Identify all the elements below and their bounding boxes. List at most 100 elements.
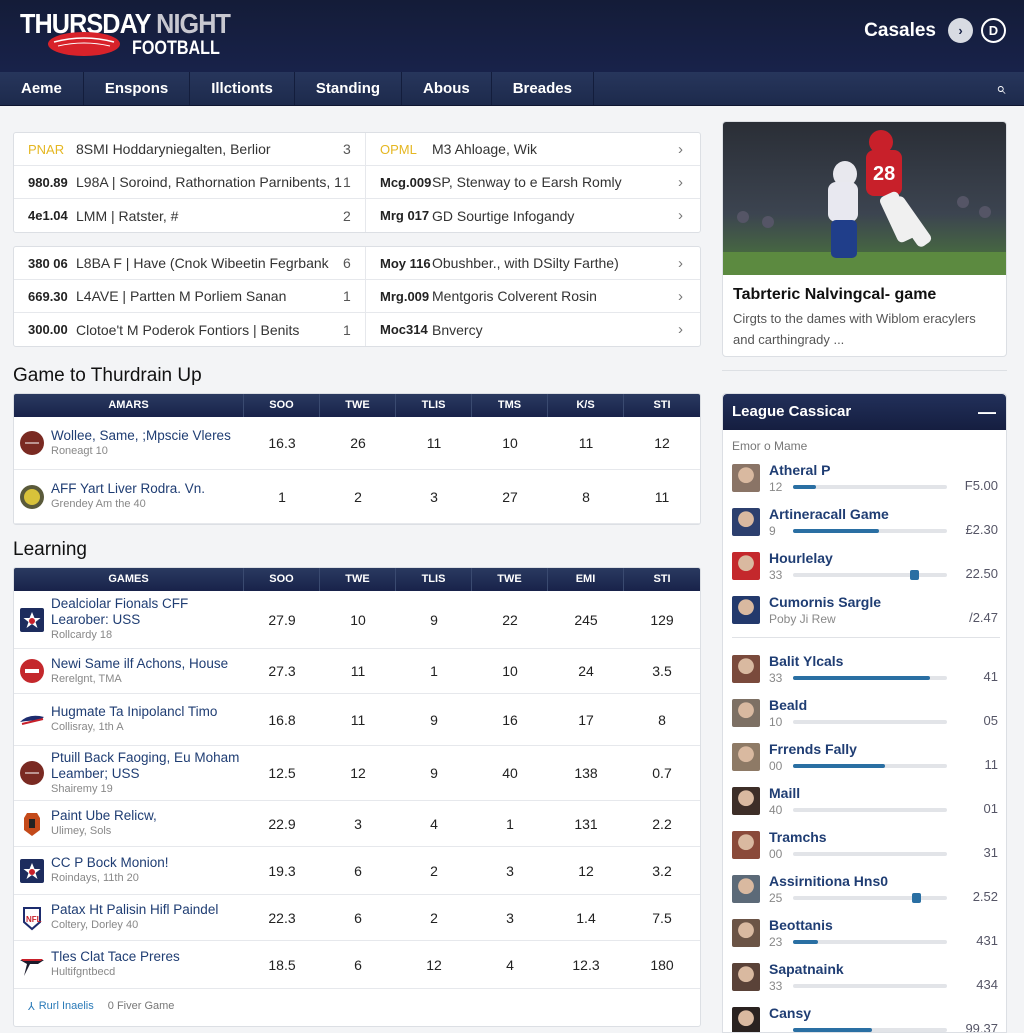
game-cell[interactable]: Dealciolar Fionals CFF Learober: USS Rollc… — [14, 596, 244, 643]
chevron-right-icon[interactable]: › — [678, 321, 700, 338]
schedule-right[interactable]: Mrg.009 Mentgoris Colverent Rosin › — [366, 280, 700, 312]
game-cell[interactable]: Wollee, Same, ;Mpscie Vleres Roneagt 10 — [14, 428, 244, 459]
game-cell[interactable]: Ptuill Back Faoging, Eu Moham Leamber; US… — [14, 750, 244, 797]
table-row[interactable]: Ptuill Back Faoging, Eu Moham Leamber; US… — [14, 746, 700, 801]
nav-item-abous[interactable]: Abous — [402, 72, 492, 105]
column-header[interactable]: STI — [624, 394, 700, 417]
player-row[interactable]: Sapatnaink 33 434 — [732, 961, 1000, 1001]
table-row[interactable]: Newi Same ilf Achons, House Rerelgnt, TMA… — [14, 649, 700, 694]
schedule-row[interactable]: PNAR 8SMI Hoddaryniegalten, Berlior 3 OPML M… — [14, 133, 700, 166]
column-header[interactable]: GAMES — [14, 568, 244, 591]
schedule-right[interactable]: Moc314 Bnvercy › — [366, 313, 700, 346]
player-name[interactable]: Beottanis — [769, 917, 833, 933]
table-row[interactable]: Wollee, Same, ;Mpscie Vleres Roneagt 10 16… — [14, 417, 700, 470]
schedule-left[interactable]: 669.30 L4AVE | Partten M Porliem Sanan 1 — [14, 280, 366, 312]
slider-knob[interactable] — [911, 893, 921, 903]
chevron-right-icon[interactable]: › — [678, 255, 700, 272]
user-menu[interactable]: Casales › D — [864, 18, 1006, 43]
game-cell[interactable]: CC P Bock Monion! Roindays, 11th 20 — [14, 855, 244, 886]
schedule-left[interactable]: 300.00 Clotoe't M Poderok Fontiors | Beni… — [14, 313, 366, 346]
player-name[interactable]: Cumornis Sargle — [769, 594, 881, 610]
game-name[interactable]: Dealciolar Fionals CFF — [51, 596, 188, 612]
game-cell[interactable]: NFL Patax Ht Palisin Hifl Paindel Coltery,… — [14, 902, 244, 933]
player-name[interactable]: Hourlelay — [769, 550, 833, 566]
player-name[interactable]: Tramchs — [769, 829, 827, 845]
player-row[interactable]: Tramchs 00 31 — [732, 829, 1000, 869]
player-name[interactable]: Assirnitiona Hns0 — [769, 873, 888, 889]
column-header[interactable]: EMI — [548, 568, 624, 591]
nav-item-enspons[interactable]: Enspons — [84, 72, 191, 105]
player-row[interactable]: Frrends Fally 00 11 — [732, 741, 1000, 781]
feature-title[interactable]: Tabrteric Nalvingcal- game — [733, 286, 936, 304]
chevron-right-icon[interactable]: › — [678, 174, 700, 191]
column-header[interactable]: TLIS — [396, 394, 472, 417]
game-name[interactable]: Newi Same ilf Achons, House — [51, 656, 228, 672]
player-row[interactable]: Assirnitiona Hns0 25 2.52 — [732, 873, 1000, 913]
user-name[interactable]: Casales — [864, 20, 936, 42]
filter-icon[interactable]: ⅄ — [28, 1000, 35, 1013]
game-cell[interactable]: Hugmate Ta Inipolancl Timo Collisray, 1th… — [14, 704, 244, 735]
schedule-row[interactable]: 4e1.04 LMM | Ratster, # 2 Mrg 017 GD Sourtig… — [14, 199, 700, 232]
column-header[interactable]: TWE — [320, 394, 396, 417]
player-row[interactable]: Atheral P 12 F5.00 — [732, 462, 1000, 502]
column-header[interactable]: TMS — [472, 394, 548, 417]
player-name[interactable]: Beald — [769, 697, 807, 713]
player-name[interactable]: Cansy — [769, 1005, 811, 1021]
game-cell[interactable]: AFF Yart Liver Rodra. Vn. Grendey Am the … — [14, 481, 244, 512]
player-name[interactable]: Frrends Fally — [769, 741, 857, 757]
table-row[interactable]: Hugmate Ta Inipolancl Timo Collisray, 1th… — [14, 694, 700, 746]
game-name[interactable]: CC P Bock Monion! — [51, 855, 169, 871]
nav-item-illctionts[interactable]: Illctionts — [190, 72, 295, 105]
table-row[interactable]: Dealciolar Fionals CFF Learober: USS Rollc… — [14, 591, 700, 649]
nav-item-standing[interactable]: Standing — [295, 72, 403, 105]
schedule-row[interactable]: 980.89 L98A | Soroind, Rathornation Parni… — [14, 166, 700, 199]
column-header[interactable]: TWE — [472, 568, 548, 591]
column-header[interactable]: TLIS — [396, 568, 472, 591]
player-row[interactable]: Hourlelay 33 22.50 — [732, 550, 1000, 590]
schedule-row[interactable]: 380 06 L8BA F | Have (Cnok Wibeetin Fegrb… — [14, 247, 700, 280]
column-header[interactable]: STI — [624, 568, 700, 591]
nav-item-aeme[interactable]: Aeme — [0, 72, 84, 105]
player-name[interactable]: Sapatnaink — [769, 961, 844, 977]
player-row[interactable]: Beottanis 23 431 — [732, 917, 1000, 957]
schedule-row[interactable]: 669.30 L4AVE | Partten M Porliem Sanan 1 Mr… — [14, 280, 700, 313]
nav-item-breades[interactable]: Breades — [492, 72, 594, 105]
search-icon[interactable]: ⌕ — [996, 79, 1006, 99]
table-row[interactable]: CC P Bock Monion! Roindays, 11th 20 19.3 6 2… — [14, 847, 700, 895]
schedule-right[interactable]: OPML M3 Ahloage, Wik › — [366, 133, 700, 165]
column-header[interactable]: K/S — [548, 394, 624, 417]
game-name[interactable]: Tles Clat Tace Preres — [51, 949, 180, 965]
player-row[interactable]: Cansy 99.37 — [732, 1005, 1000, 1032]
table-row[interactable]: Tles Clat Tace Preres Hultifgntbecd 18.5 6 1… — [14, 941, 700, 989]
table-row[interactable]: AFF Yart Liver Rodra. Vn. Grendey Am the … — [14, 470, 700, 524]
game-cell[interactable]: Tles Clat Tace Preres Hultifgntbecd — [14, 949, 244, 980]
game-name[interactable]: Paint Ube Relicw, — [51, 808, 157, 824]
schedule-left[interactable]: 4e1.04 LMM | Ratster, # 2 — [14, 199, 366, 232]
game-name[interactable]: Hugmate Ta Inipolancl Timo — [51, 704, 217, 720]
player-row[interactable]: Balit Ylcals 33 41 — [732, 653, 1000, 693]
schedule-row[interactable]: 300.00 Clotoe't M Poderok Fontiors | Beni… — [14, 313, 700, 346]
column-header[interactable]: AMARS — [14, 394, 244, 417]
table-row[interactable]: NFL Patax Ht Palisin Hifl Paindel Coltery,… — [14, 895, 700, 941]
player-row[interactable]: Cumornis Sargle Poby Ji Rew/2.47 — [732, 594, 1000, 634]
schedule-left[interactable]: PNAR 8SMI Hoddaryniegalten, Berlior 3 — [14, 133, 366, 165]
slider-knob[interactable] — [910, 570, 920, 580]
chevron-right-icon[interactable]: › — [678, 288, 700, 305]
feature-card[interactable]: 28 Tabrteric Nalvingcal- game Cirgts to … — [722, 121, 1007, 357]
game-name[interactable]: Ptuill Back Faoging, Eu Moham — [51, 750, 239, 766]
player-name[interactable]: Maill — [769, 785, 800, 801]
schedule-left[interactable]: 380 06 L8BA F | Have (Cnok Wibeetin Fegrb… — [14, 247, 366, 279]
chevron-right-icon[interactable]: › — [678, 207, 700, 224]
schedule-right[interactable]: Mcg.009 SP, Stenway to e Earsh Romly › — [366, 166, 700, 198]
player-row[interactable]: Artineracall Game 9 £2.30 — [732, 506, 1000, 546]
game-cell[interactable]: Paint Ube Relicw, Ulimey, Sols — [14, 808, 244, 839]
footer-link[interactable]: Rurl Inaelis — [39, 1000, 94, 1012]
player-name[interactable]: Artineracall Game — [769, 506, 889, 522]
player-name[interactable]: Atheral P — [769, 462, 830, 478]
column-header[interactable]: TWE — [320, 568, 396, 591]
chevron-right-icon[interactable]: › — [948, 18, 973, 43]
column-header[interactable]: SOO — [244, 394, 320, 417]
thursday-night-football-logo[interactable]: THURSDAY NIGHT FOOTBALL — [20, 6, 260, 66]
column-header[interactable]: SOO — [244, 568, 320, 591]
player-name[interactable]: Balit Ylcals — [769, 653, 843, 669]
